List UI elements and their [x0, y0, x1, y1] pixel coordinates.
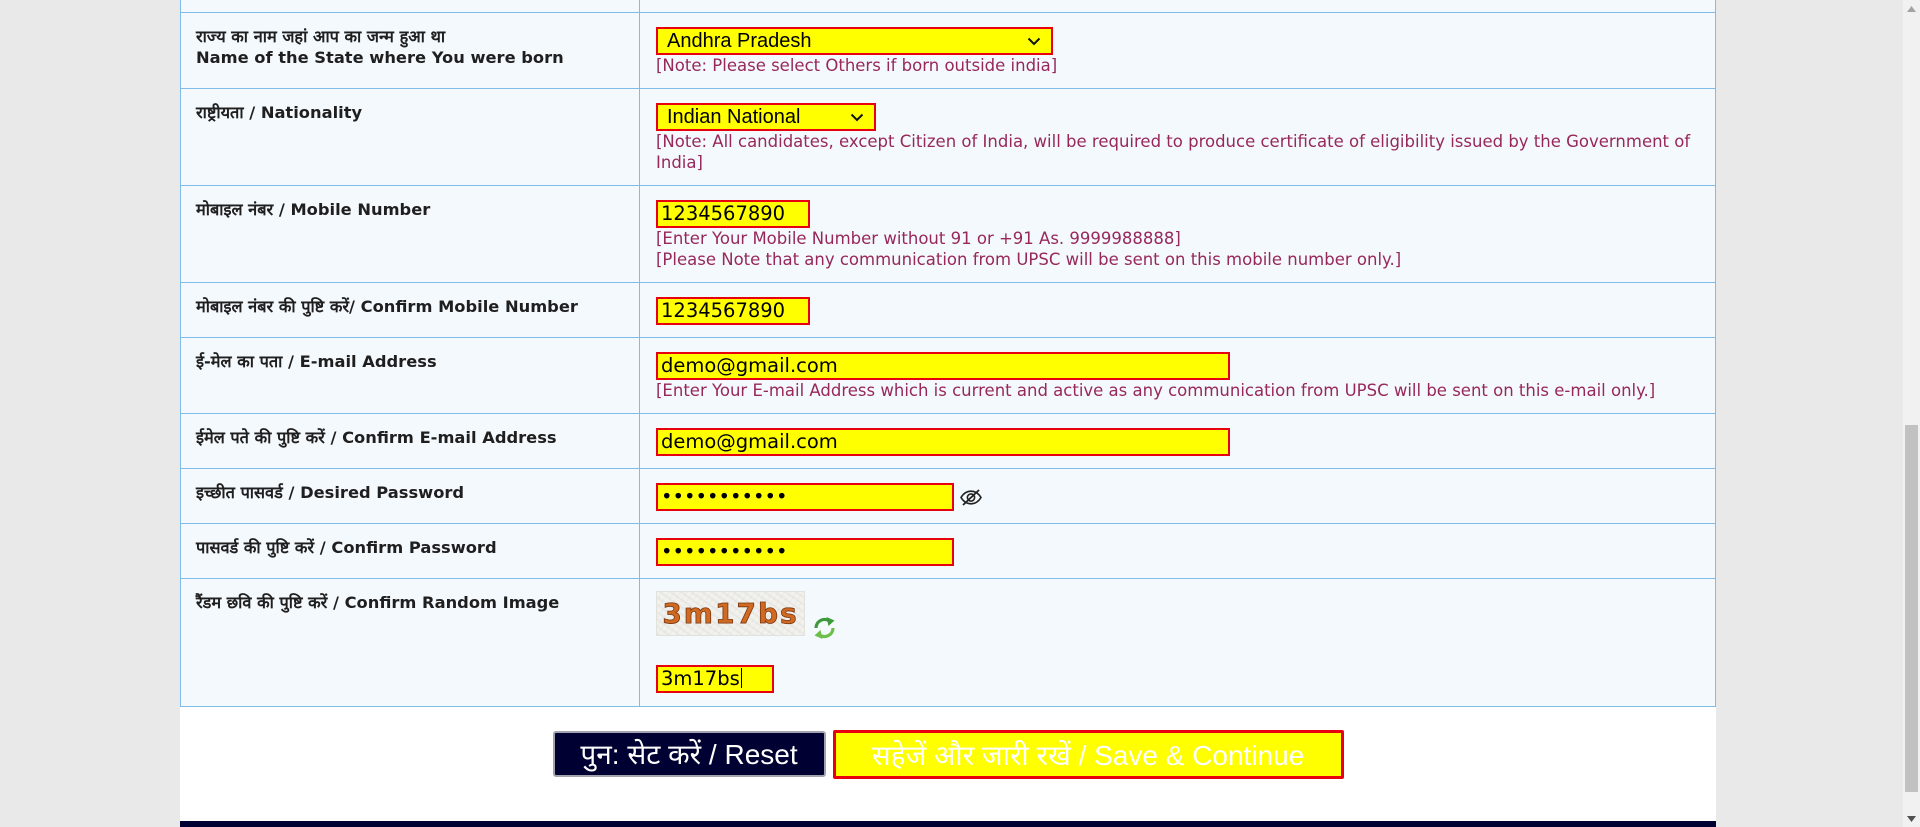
- confirm-mobile-label: मोबाइल नंबर की पुष्टि करें/ Confirm Mobi…: [181, 283, 640, 337]
- mobile-number-input[interactable]: 1234567890: [656, 200, 810, 228]
- form-row-birth-state: राज्य का नाम जहां आप का जन्म हुआ था Name…: [180, 13, 1716, 89]
- eye-slash-icon[interactable]: [959, 488, 983, 506]
- scroll-up-arrow-icon[interactable]: [1903, 0, 1920, 17]
- nationality-select[interactable]: Indian National: [656, 103, 876, 131]
- form-row-confirm-email: ईमेल पते की पुष्टि करें / Confirm E-mail…: [180, 414, 1716, 469]
- mobile-note-communication: [Please Note that any communication from…: [656, 250, 1402, 269]
- form-row-captcha: रैंडम छवि की पुष्टि करें / Confirm Rando…: [180, 579, 1716, 707]
- mobile-note-format: [Enter Your Mobile Number without 91 or …: [656, 229, 1181, 248]
- captcha-label-text: रैंडम छवि की पुष्टि करें / Confirm Rando…: [196, 593, 560, 612]
- confirm-mobile-label-text: मोबाइल नंबर की पुष्टि करें/ Confirm Mobi…: [196, 297, 578, 316]
- email-label: ई-मेल का पता / E-mail Address: [181, 338, 640, 413]
- confirm-password-value-cell: •••••••••••: [640, 524, 1715, 578]
- captcha-group: 3m17bs: [656, 591, 1701, 639]
- confirm-mobile-input[interactable]: 1234567890: [656, 297, 810, 325]
- text-cursor: [740, 668, 742, 688]
- reset-button[interactable]: पुन: सेट करें / Reset: [552, 731, 826, 777]
- form-row-partial: [180, 0, 1716, 13]
- chevron-down-icon: [1027, 37, 1041, 46]
- email-label-text: ई-मेल का पता / E-mail Address: [196, 352, 437, 371]
- email-input[interactable]: demo@gmail.com: [656, 352, 1230, 380]
- nationality-label-text: राष्ट्रीयता / Nationality: [196, 103, 363, 122]
- confirm-email-input[interactable]: demo@gmail.com: [656, 428, 1230, 456]
- label-cell: [181, 0, 640, 12]
- birth-state-note: [Note: Please select Others if born outs…: [656, 56, 1058, 75]
- confirm-password-label-text: पासवर्ड की पुष्टि करें / Confirm Passwor…: [196, 538, 497, 557]
- mobile-label: मोबाइल नंबर / Mobile Number: [181, 186, 640, 282]
- chevron-down-icon: [850, 113, 864, 122]
- birth-state-value-cell: Andhra Pradesh [Note: Please select Othe…: [640, 13, 1715, 88]
- confirm-password-input[interactable]: •••••••••••: [656, 538, 954, 566]
- form-row-confirm-password: पासवर्ड की पुष्टि करें / Confirm Passwor…: [180, 524, 1716, 579]
- captcha-image: 3m17bs: [656, 591, 805, 636]
- password-label-text: इच्छीत पासवर्ड / Desired Password: [196, 483, 465, 502]
- form-row-confirm-mobile: मोबाइल नंबर की पुष्टि करें/ Confirm Mobi…: [180, 283, 1716, 338]
- scroll-down-arrow-icon[interactable]: [1903, 810, 1920, 827]
- registration-form-table: राज्य का नाम जहां आप का जन्म हुआ था Name…: [180, 0, 1716, 707]
- nationality-value-cell: Indian National [Note: All candidates, e…: [640, 89, 1715, 185]
- password-label: इच्छीत पासवर्ड / Desired Password: [181, 469, 640, 523]
- password-field-group: •••••••••••: [656, 483, 1701, 511]
- confirm-password-label: पासवर्ड की पुष्टि करें / Confirm Passwor…: [181, 524, 640, 578]
- password-input[interactable]: •••••••••••: [656, 483, 954, 511]
- birth-state-label: राज्य का नाम जहां आप का जन्म हुआ था Name…: [181, 13, 640, 88]
- save-continue-button[interactable]: सहेजें और जारी रखें / Save & Continue: [832, 730, 1344, 779]
- birth-state-label-hindi: राज्य का नाम जहां आप का जन्म हुआ था: [196, 27, 446, 46]
- email-note: [Enter Your E-mail Address which is curr…: [656, 381, 1656, 400]
- captcha-label: रैंडम छवि की पुष्टि करें / Confirm Rando…: [181, 579, 640, 706]
- registration-panel: राज्य का नाम जहां आप का जन्म हुआ था Name…: [180, 0, 1716, 827]
- email-value-cell: demo@gmail.com [Enter Your E-mail Addres…: [640, 338, 1715, 413]
- captcha-value-cell: 3m17bs 3m17bs: [640, 579, 1715, 706]
- mobile-label-text: मोबाइल नंबर / Mobile Number: [196, 200, 431, 219]
- password-value-cell: •••••••••••: [640, 469, 1715, 523]
- nationality-label: राष्ट्रीयता / Nationality: [181, 89, 640, 185]
- nationality-selected: Indian National: [667, 106, 801, 128]
- confirm-mobile-value-cell: 1234567890: [640, 283, 1715, 337]
- form-row-password: इच्छीत पासवर्ड / Desired Password ••••••…: [180, 469, 1716, 524]
- captcha-input-value: 3m17bs: [661, 667, 740, 690]
- value-cell: [640, 0, 1715, 12]
- birth-state-label-english: Name of the State where You were born: [196, 48, 564, 67]
- refresh-icon[interactable]: [811, 615, 838, 641]
- birth-state-select[interactable]: Andhra Pradesh: [656, 27, 1053, 55]
- scrollbar-thumb[interactable]: [1905, 425, 1918, 792]
- confirm-email-label: ईमेल पते की पुष्टि करें / Confirm E-mail…: [181, 414, 640, 468]
- captcha-input[interactable]: 3m17bs: [656, 665, 774, 693]
- form-row-nationality: राष्ट्रीयता / Nationality Indian Nationa…: [180, 89, 1716, 186]
- footer-bar: [180, 821, 1716, 827]
- vertical-scrollbar[interactable]: [1903, 0, 1920, 827]
- nationality-note: [Note: All candidates, except Citizen of…: [656, 132, 1691, 172]
- confirm-email-value-cell: demo@gmail.com: [640, 414, 1715, 468]
- mobile-value-cell: 1234567890 [Enter Your Mobile Number wit…: [640, 186, 1715, 282]
- form-row-mobile: मोबाइल नंबर / Mobile Number 1234567890 […: [180, 186, 1716, 283]
- form-actions: पुन: सेट करें / Reset सहेजें और जारी रखे…: [180, 707, 1716, 821]
- form-row-email: ई-मेल का पता / E-mail Address demo@gmail…: [180, 338, 1716, 414]
- birth-state-selected: Andhra Pradesh: [667, 30, 812, 52]
- confirm-email-label-text: ईमेल पते की पुष्टि करें / Confirm E-mail…: [196, 428, 557, 447]
